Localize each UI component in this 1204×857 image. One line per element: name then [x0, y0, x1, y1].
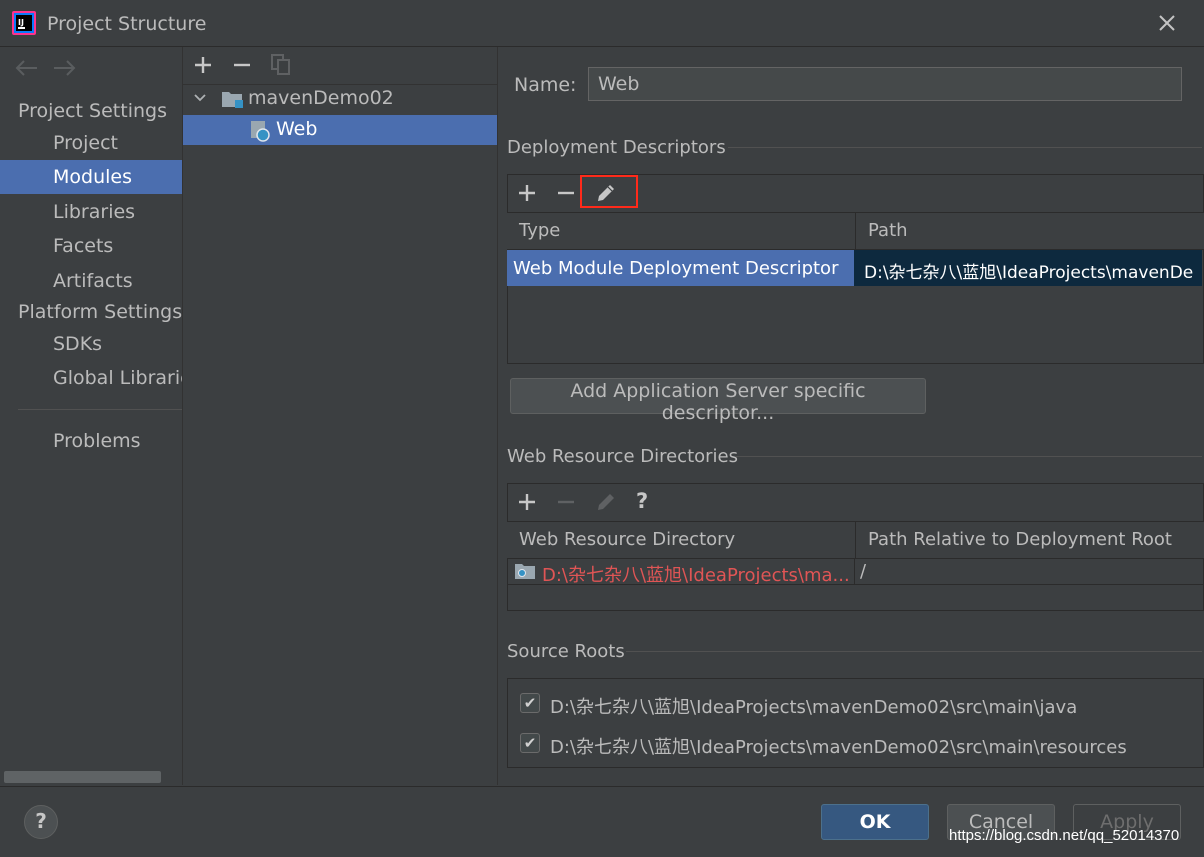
- source-root-path: D:\杂七杂八\蓝旭\IdeaProjects\mavenDemo02\src\…: [550, 737, 1127, 758]
- remove-icon[interactable]: [556, 492, 576, 517]
- source-root-checkbox[interactable]: ✔: [520, 693, 540, 713]
- svg-text:IJ: IJ: [18, 18, 24, 27]
- ok-button[interactable]: OK: [821, 804, 929, 840]
- tree-node-web[interactable]: Web: [183, 115, 497, 145]
- source-root-path: D:\杂七杂八\蓝旭\IdeaProjects\mavenDemo02\src\…: [550, 697, 1078, 718]
- column-header-web-resource-directory[interactable]: Web Resource Directory: [507, 521, 856, 559]
- remove-icon[interactable]: [556, 183, 576, 208]
- section-divider: [735, 456, 1202, 457]
- help-button[interactable]: ?: [24, 805, 58, 839]
- window-title: Project Structure: [47, 13, 207, 35]
- module-folder-icon: [221, 89, 245, 114]
- add-server-descriptor-button[interactable]: Add Application Server specific descript…: [510, 378, 926, 424]
- web-facet-icon: [249, 120, 271, 147]
- modules-panel: [183, 47, 498, 785]
- sidebar-divider: [18, 409, 182, 410]
- watermark-text: https://blog.csdn.net/qq_52014370: [949, 827, 1180, 844]
- descriptor-type: Web Module Deployment Descriptor: [513, 258, 839, 279]
- sidebar-scrollbar[interactable]: [4, 771, 161, 783]
- tree-node-label: Web: [276, 118, 318, 140]
- name-label: Name:: [514, 74, 577, 96]
- copy-icon[interactable]: [271, 54, 291, 81]
- section-divider: [626, 651, 1202, 652]
- descriptor-path: D:\杂七杂八\蓝旭\IdeaProjects\mavenDe: [864, 263, 1194, 283]
- forward-arrow-icon[interactable]: [52, 56, 78, 84]
- project-settings-heading: Project Settings: [18, 100, 167, 122]
- table-row[interactable]: Web Module Deployment Descriptor D:\杂七杂八…: [507, 250, 1204, 286]
- edit-pencil-icon[interactable]: [595, 491, 617, 518]
- table-row[interactable]: D:\杂七杂八\蓝旭\IdeaProjects\ma... /: [507, 559, 1204, 586]
- close-icon[interactable]: [1156, 12, 1178, 34]
- add-icon[interactable]: [517, 492, 537, 517]
- sidebar-item-problems[interactable]: Problems: [0, 424, 182, 458]
- sidebar-item-modules[interactable]: Modules: [0, 160, 182, 194]
- column-divider: [854, 559, 855, 584]
- back-arrow-icon[interactable]: [13, 56, 39, 84]
- source-roots-title: Source Roots: [507, 641, 625, 662]
- platform-settings-heading: Platform Settings: [18, 301, 183, 323]
- sidebar-item-libraries[interactable]: Libraries: [0, 195, 182, 229]
- column-header-relative-path[interactable]: Path Relative to Deployment Root: [856, 521, 1204, 559]
- chevron-down-icon[interactable]: [192, 90, 208, 111]
- deployment-descriptors-title: Deployment Descriptors: [507, 137, 726, 158]
- tree-node-mavendemo02[interactable]: mavenDemo02: [190, 86, 496, 114]
- add-icon[interactable]: [517, 183, 537, 208]
- sidebar-item-global-libraries[interactable]: Global Libraries: [0, 361, 182, 395]
- table-cell-path: D:\杂七杂八\蓝旭\IdeaProjects\mavenDe: [854, 250, 1202, 286]
- add-icon[interactable]: [193, 54, 213, 80]
- sidebar-item-artifacts[interactable]: Artifacts: [0, 264, 182, 298]
- sidebar-item-sdks[interactable]: SDKs: [0, 327, 182, 361]
- section-divider: [728, 147, 1202, 148]
- sidebar-item-project[interactable]: Project: [0, 126, 182, 160]
- intellij-logo-icon: IJ: [12, 11, 36, 35]
- tree-node-label: mavenDemo02: [248, 87, 394, 109]
- relative-path: /: [860, 561, 867, 582]
- sidebar-item-facets[interactable]: Facets: [0, 229, 182, 263]
- source-root-checkbox[interactable]: ✔: [520, 733, 540, 753]
- edit-pencil-icon[interactable]: [595, 182, 617, 209]
- web-resource-directories-title: Web Resource Directories: [507, 446, 738, 467]
- row-divider: [507, 584, 1204, 585]
- remove-icon[interactable]: [232, 54, 252, 80]
- help-icon[interactable]: ?: [636, 489, 648, 513]
- column-header-type[interactable]: Type: [507, 212, 856, 250]
- toolbar-divider: [183, 84, 497, 85]
- name-field[interactable]: [588, 67, 1182, 101]
- column-header-path[interactable]: Path: [856, 212, 1204, 250]
- web-folder-icon: [514, 562, 536, 585]
